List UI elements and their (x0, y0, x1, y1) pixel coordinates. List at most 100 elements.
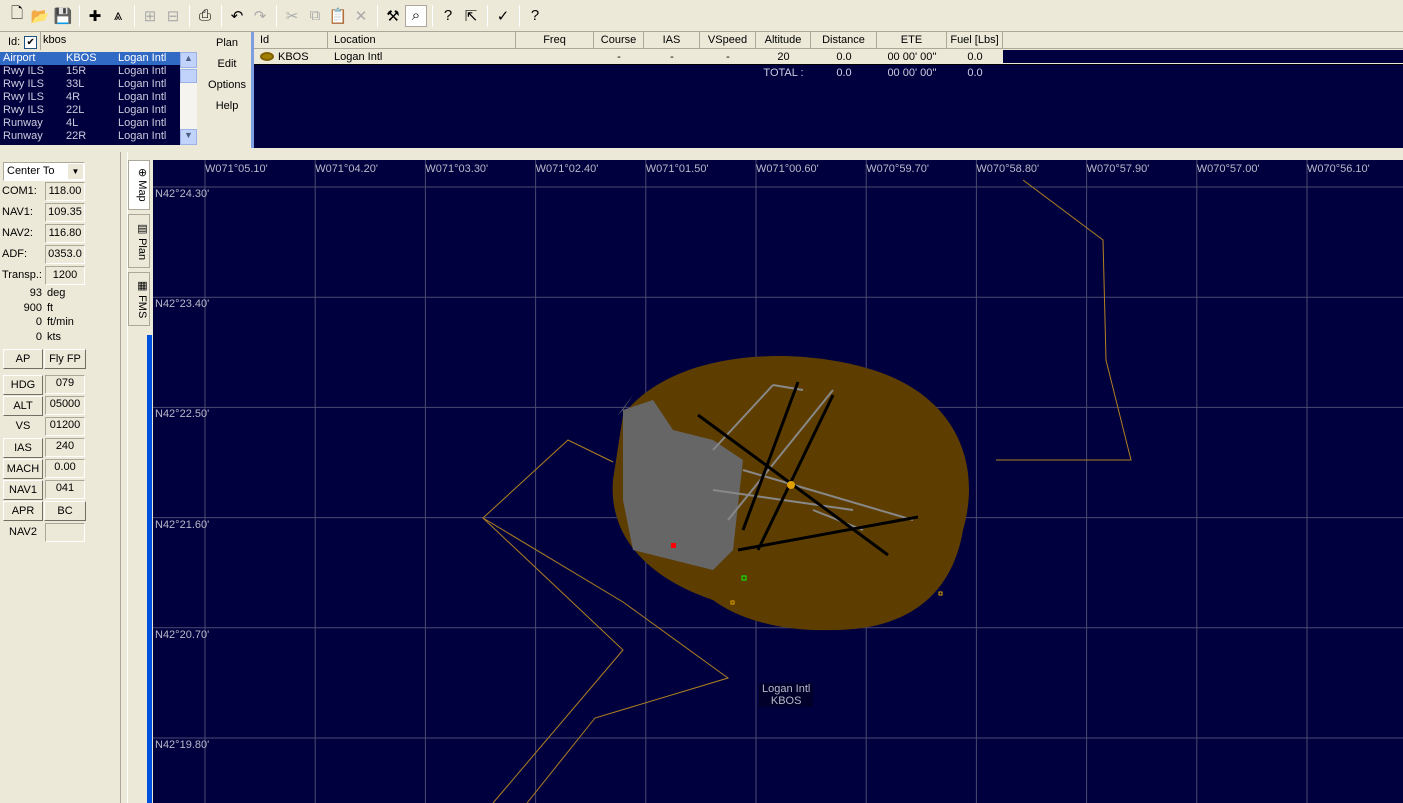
menu-edit[interactable]: Edit (203, 55, 251, 76)
column-header[interactable]: Freq (516, 32, 594, 48)
latitude-label: N42°19.80' (155, 739, 210, 751)
toolbar-separator (432, 4, 433, 27)
help-context-icon[interactable]: ? (437, 5, 459, 27)
mach-button[interactable]: MACH (3, 459, 43, 479)
add-aircraft-icon[interactable]: ✚ (84, 5, 106, 27)
save-icon[interactable]: 💾 (52, 5, 74, 27)
toolbar: 🗋 📂 💾 ✚ ⩓ ⊞ ⊟ ⎙ ↶ ↷ ✂ ⧉ 📋 ✕ ⚒ ⌕? ⇱ ✓? (0, 0, 1403, 32)
column-header[interactable]: Course (594, 32, 644, 48)
ias-button[interactable]: IAS (3, 438, 43, 458)
tab-plan[interactable]: ▤ Plan (128, 214, 150, 268)
toolbar-separator (487, 4, 488, 27)
column-header[interactable]: Distance (811, 32, 877, 48)
toolbar-separator (189, 4, 190, 27)
ap-button[interactable]: AP (3, 349, 43, 369)
radio-nav2-field[interactable]: 116.80 (45, 224, 85, 243)
longitude-label: W070°57.90' (1086, 163, 1150, 175)
vs-field[interactable]: 01200 (45, 417, 85, 436)
list-scrollbar[interactable]: ▲ ▼ (180, 52, 197, 145)
list-item[interactable]: Rwy ILS 33L Logan Intl (0, 78, 180, 91)
list-item[interactable]: Rwy ILS 4R Logan Intl (0, 91, 180, 104)
nav1-button[interactable]: NAV1 (3, 480, 43, 500)
copy-icon[interactable]: ⧉ (304, 5, 326, 27)
radio-nav1-field[interactable]: 109.35 (45, 203, 85, 222)
cut-icon[interactable]: ✂ (281, 5, 303, 27)
toolbar-separator (221, 4, 222, 27)
checklist-icon[interactable]: ✓ (492, 5, 514, 27)
add-waypoint-icon[interactable]: ⊞ (139, 5, 161, 27)
list-item[interactable]: Rwy ILS 15R Logan Intl (0, 65, 180, 78)
scroll-down-icon[interactable]: ▼ (180, 129, 197, 145)
list-item[interactable]: Airport KBOS Logan Intl (0, 52, 180, 65)
scroll-thumb[interactable] (180, 69, 197, 83)
new-file-icon[interactable]: 🗋 (6, 5, 28, 27)
latitude-label: N42°24.30' (155, 188, 210, 200)
radio-label: NAV1: (2, 206, 33, 218)
apr-button[interactable]: APR (3, 501, 43, 521)
nav2-field[interactable] (45, 523, 85, 542)
list-item[interactable]: Rwy ILS 22L Logan Intl (0, 104, 180, 117)
airport-label[interactable]: Logan Intl KBOS (759, 683, 814, 707)
list-item[interactable]: Runway 22R Logan Intl (0, 130, 180, 143)
total-ete: 00 00' 00'' (887, 67, 937, 79)
menu-plan[interactable]: Plan (203, 34, 251, 55)
longitude-label: W070°56.10' (1307, 163, 1370, 175)
undo-icon[interactable]: ↶ (226, 5, 248, 27)
flight-path-icon[interactable]: ⩓ (107, 5, 129, 27)
menu-options[interactable]: Options (203, 76, 251, 97)
ias-field[interactable]: 240 (45, 438, 85, 457)
total-fuel: 0.0 (967, 67, 983, 79)
status-unit: ft (47, 301, 54, 314)
longitude-label: W071°00.60' (756, 163, 819, 175)
paste-icon[interactable]: 📋 (327, 5, 349, 27)
tab-fms[interactable]: ▦ FMS (128, 272, 150, 326)
column-header[interactable]: IAS (644, 32, 700, 48)
remove-waypoint-icon[interactable]: ⊟ (162, 5, 184, 27)
column-header[interactable]: Id (254, 32, 328, 48)
hdg-field[interactable]: 079 (45, 375, 85, 394)
radio-com1-field[interactable]: 118.00 (45, 182, 85, 201)
radio-transp-field[interactable]: 1200 (45, 266, 85, 285)
redo-icon[interactable]: ↷ (249, 5, 271, 27)
radio-label: Transp.: (2, 269, 42, 281)
bc-button[interactable]: BC (44, 501, 86, 521)
delete-icon[interactable]: ✕ (350, 5, 372, 27)
fly-fp-button[interactable]: Fly FP (44, 349, 86, 369)
list-item[interactable]: Runway 4L Logan Intl (0, 117, 180, 130)
column-header[interactable]: VSpeed (700, 32, 756, 48)
whats-this-icon[interactable]: ⇱ (460, 5, 482, 27)
latitude-label: N42°20.70' (155, 628, 210, 641)
hammer-icon[interactable]: ⚒ (382, 5, 404, 27)
nav1-field[interactable]: 041 (45, 480, 85, 499)
chevron-down-icon[interactable]: ▼ (68, 164, 83, 179)
tab-map[interactable]: ⊕ Map (128, 160, 150, 210)
id-checkbox[interactable]: ✔ (24, 35, 38, 49)
column-header[interactable]: ETE (877, 32, 947, 48)
status-value: 0 (35, 316, 42, 328)
open-folder-icon[interactable]: 📂 (29, 5, 51, 27)
alt-field[interactable]: 05000 (45, 396, 85, 415)
search-results-list: Airport KBOS Logan Intl Rwy ILS 15R Logan Int… (0, 52, 180, 145)
toolbar-separator (377, 4, 378, 27)
total-row: TOTAL : 0.0 00 00' 00'' 0.0 (254, 65, 1403, 81)
hdg-button[interactable]: HDG (3, 375, 43, 395)
column-header[interactable]: Altitude (756, 32, 811, 48)
map-view[interactable]: Logan Intl KBOS W071°05.10' W071°04.20' W07… (153, 160, 1403, 803)
splitter[interactable] (120, 152, 128, 803)
map-search-icon[interactable]: ⌕ (405, 4, 427, 27)
column-header[interactable]: Location (328, 32, 516, 48)
center-to-select[interactable]: Center To ▼ (3, 162, 85, 181)
print-icon[interactable]: ⎙ (194, 5, 216, 27)
alt-button[interactable]: ALT (3, 396, 43, 416)
column-header[interactable]: Fuel [Lbs] (947, 32, 1003, 48)
plan-icon: ▤ (136, 221, 148, 239)
status-value: 93 (29, 287, 42, 299)
scroll-up-icon[interactable]: ▲ (180, 52, 197, 68)
search-input[interactable]: kbos (40, 32, 196, 50)
plan-menu: Plan Edit Options Help (203, 34, 251, 118)
about-icon[interactable]: ? (524, 5, 546, 27)
table-row[interactable]: KBOS Logan Intl - - -20 0.0 00 00' 00'' 0.0 (254, 49, 1403, 65)
radio-adf-field[interactable]: 0353.0 (45, 245, 85, 264)
menu-help[interactable]: Help (203, 97, 251, 118)
mach-field[interactable]: 0.00 (45, 459, 85, 478)
